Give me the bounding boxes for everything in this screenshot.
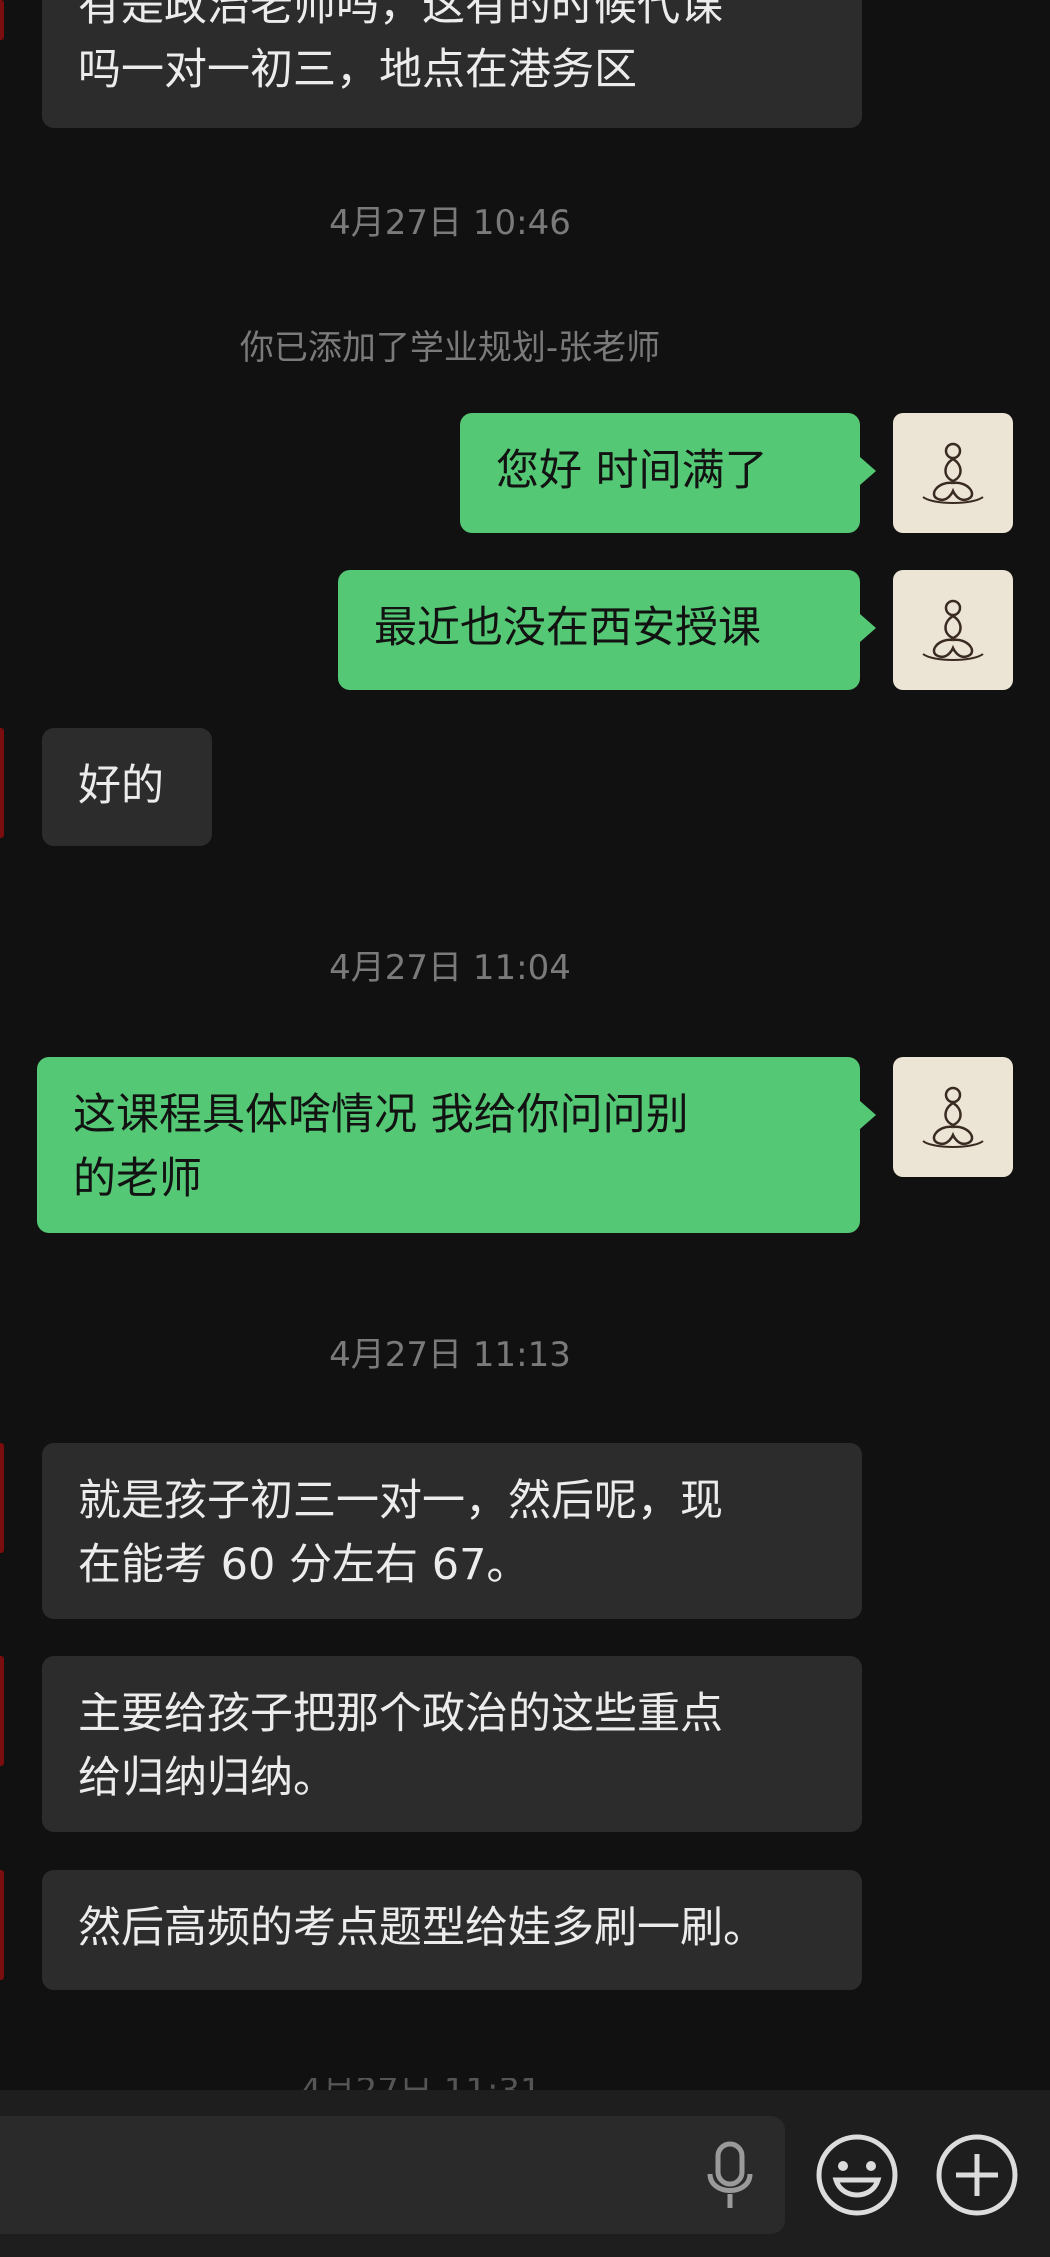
timestamp: 4月27日 11:31 (300, 2078, 600, 2090)
incoming-message[interactable]: 好的 (42, 728, 212, 846)
meditation-figure-icon (922, 599, 984, 661)
incoming-message[interactable]: 有是政治老师吗，这有的时候代课 吗一对一初三，地点在港务区 (42, 0, 862, 128)
timestamp: 4月27日 11:13 (329, 1335, 571, 1375)
message-text: 然后高频的考点题型给娃多刷一刷。 (78, 1903, 766, 1953)
peer-avatar[interactable] (0, 728, 4, 838)
timestamp: 4月27日 11:04 (329, 948, 571, 988)
avatar[interactable] (893, 1057, 1013, 1177)
message-text: 这课程具体啥情况 我给你问问别 (73, 1090, 689, 1140)
outgoing-message[interactable]: 最近也没在西安授课 (338, 570, 876, 690)
message-text: 好的 (78, 761, 164, 811)
incoming-message[interactable]: 主要给孩子把那个政治的这些重点 给归纳归纳。 (42, 1656, 862, 1832)
incoming-message[interactable]: 就是孩子初三一对一，然后呢，现 在能考 60 分左右 67。 (42, 1443, 862, 1619)
message-text: 的老师 (73, 1154, 202, 1204)
peer-avatar[interactable] (0, 0, 4, 40)
peer-avatar[interactable] (0, 1656, 4, 1766)
message-text: 给归纳归纳。 (78, 1753, 336, 1803)
plus-icon[interactable] (932, 2130, 1022, 2220)
avatar[interactable] (893, 413, 1013, 533)
meditation-figure-icon (922, 442, 984, 504)
timestamp: 4月27日 10:46 (329, 203, 571, 243)
message-text: 吗一对一初三，地点在港务区 (78, 45, 637, 95)
chat-area[interactable]: 有是政治老师吗，这有的时候代课 吗一对一初三，地点在港务区 4月27日 10:4… (0, 0, 1050, 2090)
message-input[interactable] (0, 2116, 785, 2234)
emoji-icon[interactable] (812, 2130, 902, 2220)
system-message: 你已添加了学业规划-张老师 (239, 328, 661, 368)
message-text: 在能考 60 分左右 67。 (78, 1540, 530, 1590)
outgoing-message[interactable]: 您好 时间满了 (460, 413, 876, 533)
microphone-icon[interactable] (695, 2124, 765, 2224)
message-text: 就是孩子初三一对一，然后呢，现 (78, 1476, 723, 1526)
avatar[interactable] (893, 570, 1013, 690)
message-text: 主要给孩子把那个政治的这些重点 (78, 1689, 723, 1739)
message-text: 最近也没在西安授课 (374, 603, 761, 653)
meditation-figure-icon (922, 1086, 984, 1148)
outgoing-message[interactable]: 这课程具体啥情况 我给你问问别 的老师 (37, 1057, 876, 1233)
message-text: 您好 时间满了 (496, 446, 768, 496)
peer-avatar[interactable] (0, 1443, 4, 1553)
incoming-message[interactable]: 然后高频的考点题型给娃多刷一刷。 (42, 1870, 862, 1990)
message-text: 有是政治老师吗，这有的时候代课 (78, 0, 723, 31)
peer-avatar[interactable] (0, 1870, 4, 1980)
input-bar (0, 2090, 1050, 2257)
